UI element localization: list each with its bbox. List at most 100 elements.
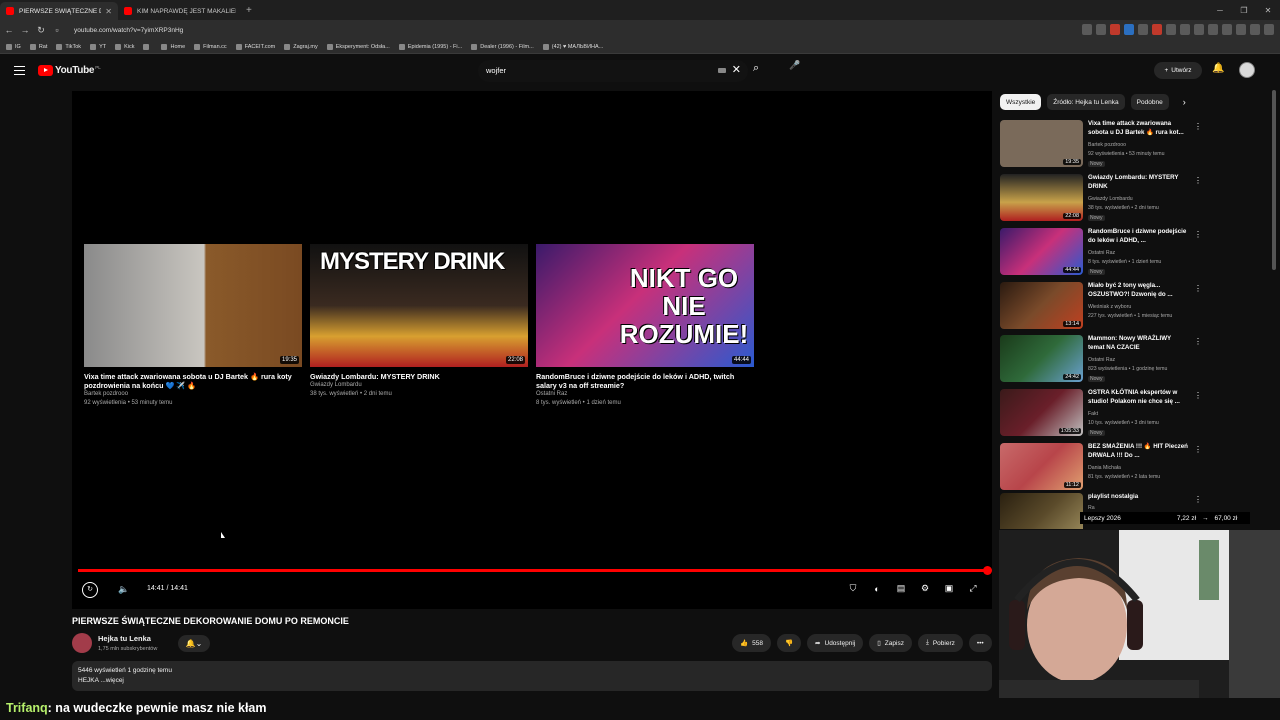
more-vertical-icon[interactable]: ⋮	[1194, 495, 1200, 504]
fullscreen-icon[interactable]: ⤢	[966, 583, 980, 594]
end-card[interactable]: NIKT GO NIE ROZUMIE! 44:44 RandomBruce i…	[536, 244, 754, 408]
extensions-puzzle-icon[interactable]	[1180, 24, 1190, 35]
forward-icon[interactable]: →	[18, 25, 32, 35]
user-avatar[interactable]	[1239, 62, 1255, 78]
bookmark-item[interactable]: Epidemia (1995) - Fi...	[398, 43, 462, 50]
search-input[interactable]: wojfer ✕	[478, 60, 748, 82]
cast-icon[interactable]	[1082, 24, 1092, 35]
extension-icon[interactable]	[1166, 24, 1176, 35]
media-icon[interactable]	[1236, 24, 1246, 35]
url-field[interactable]: youtube.com/watch?v=7yimXRP3nHg	[74, 27, 974, 34]
bookmark-item[interactable]: YT	[90, 43, 106, 50]
chip-related[interactable]: Podobne	[1130, 94, 1169, 110]
extension-icon[interactable]	[1124, 24, 1134, 35]
close-tab-icon[interactable]: ✕	[105, 7, 112, 16]
close-window-icon[interactable]: ✕	[1256, 6, 1280, 15]
sidebar-video-item[interactable]: 24:42 Mammon: Nowy WRAŻLIWY temat NA CZA…	[1000, 335, 1202, 385]
bookmark-item[interactable]: Home	[161, 43, 185, 50]
end-card[interactable]: MYSTERY DRINK 22:08 Gwiazdy Lombardu: MY…	[310, 244, 528, 399]
description-box[interactable]: 5446 wyświetleń 1 godzinę temu HEJKA ...…	[72, 661, 992, 691]
miniplayer-icon[interactable]: ▣	[942, 583, 956, 594]
microphone-icon[interactable]: 🎤	[788, 60, 802, 74]
save-button[interactable]: ▯ Zapisz	[869, 634, 912, 652]
sidebar-meta: 81 tys. wyświetleń • 2 lata temu	[1088, 474, 1161, 480]
sidebar-video-item[interactable]: 22:08 Gwiazdy Lombardu: MYSTERY DRINK Gw…	[1000, 174, 1202, 224]
sidebar-scrollbar[interactable]	[1272, 90, 1276, 270]
create-button[interactable]: + Utwórz	[1154, 62, 1202, 79]
duration-badge: 22:08	[1063, 213, 1081, 219]
dislike-button[interactable]: 👎	[776, 634, 802, 652]
more-vertical-icon[interactable]: ⋮	[1194, 230, 1202, 239]
channel-name[interactable]: Hejka tu Lenka	[98, 634, 151, 643]
volume-icon[interactable]: 🔈	[118, 584, 129, 595]
video-player[interactable]: 19:35 Vixa time attack zwariowana sobota…	[72, 91, 992, 609]
new-tab-icon[interactable]: +	[246, 5, 252, 16]
extension-icon[interactable]	[1138, 24, 1148, 35]
sidebar-video-item[interactable]: 44:44 RandomBruce i dziwne podejście do …	[1000, 228, 1202, 278]
bookmark-item[interactable]: TikTok	[56, 43, 81, 50]
bookmark-item[interactable]: Dealer (1996) - Film...	[471, 43, 534, 50]
keyboard-icon[interactable]	[718, 68, 726, 73]
reload-icon[interactable]: ↻	[34, 25, 48, 36]
bookmark-item[interactable]: Eksperyment: Odsła...	[326, 43, 390, 50]
chip-all[interactable]: Wszystkie	[1000, 94, 1042, 110]
sponsor-shield-icon[interactable]: ⛉	[846, 583, 860, 594]
bookmark-item[interactable]	[143, 43, 152, 50]
sidebar-channel: Gwiazdy Lombardu	[1088, 196, 1133, 202]
bookmark-item[interactable]: (42) ♥ МАЛЬВИНА...	[542, 43, 603, 50]
profile-icon[interactable]	[1250, 24, 1260, 35]
history-icon[interactable]	[1208, 24, 1218, 35]
search-icon[interactable]: ⌕	[753, 62, 759, 75]
notifications-bell-icon[interactable]: 🔔	[1212, 63, 1224, 74]
edit-icon[interactable]	[1222, 24, 1232, 35]
download-icon[interactable]	[1194, 24, 1204, 35]
more-actions-button[interactable]: •••	[968, 634, 992, 652]
channel-avatar[interactable]	[72, 633, 92, 653]
clear-search-icon[interactable]: ✕	[732, 63, 741, 76]
more-vertical-icon[interactable]: ⋮	[1194, 284, 1202, 293]
chip-source[interactable]: Źródło: Hejka tu Lenka	[1047, 94, 1125, 110]
sidebar-video-item[interactable]: 13:14 Miało być 2 tony węgla... OSZUSTWO…	[1000, 282, 1202, 332]
download-button[interactable]: ⤓ Pobierz	[917, 634, 963, 652]
settings-gear-icon[interactable]: ⚙	[918, 583, 932, 594]
sidebar-video-item[interactable]: 1:05:33 OSTRA KŁÓTNIA ekspertów w studio…	[1000, 389, 1202, 439]
maximize-icon[interactable]: ❐	[1232, 6, 1256, 15]
brave-icon[interactable]	[1110, 24, 1120, 35]
browser-tab-active[interactable]: PIERWSZE ŚWIĄTECZNE DEKOR ✕	[0, 2, 118, 20]
bookmark-favicon-icon	[29, 43, 36, 50]
more-vertical-icon[interactable]: ⋮	[1194, 122, 1202, 131]
minimize-icon[interactable]: ─	[1208, 6, 1232, 15]
chevron-right-icon[interactable]: ›	[1183, 97, 1186, 107]
sidebar-video-item[interactable]: 19:35 Vixa time attack zwariowana sobota…	[1000, 120, 1202, 170]
bookmark-item[interactable]: Zagraj.my	[284, 43, 318, 50]
progress-scrubber[interactable]	[983, 566, 992, 575]
more-vertical-icon[interactable]: ⋮	[1194, 445, 1202, 454]
more-vertical-icon[interactable]: ⋮	[1194, 176, 1202, 185]
goal-target: 67,00 zł	[1214, 514, 1238, 522]
bookmark-icon[interactable]: ▫	[50, 25, 64, 35]
menu-icon[interactable]	[1264, 24, 1274, 35]
bookmark-item[interactable]: Filman.cc	[194, 43, 227, 50]
subscribed-bell-button[interactable]: 🔔⌄	[178, 635, 210, 652]
bookmark-item[interactable]: Kick	[115, 43, 134, 50]
back-icon[interactable]: ←	[2, 25, 16, 35]
bookmark-item[interactable]: FACEIT.com	[235, 43, 275, 50]
hamburger-menu-icon[interactable]	[14, 66, 25, 75]
autoplay-toggle-icon[interactable]: ◐	[870, 584, 884, 594]
extension-icon[interactable]	[1152, 24, 1162, 35]
sidebar-video-item[interactable]: 11:12 BEZ SMAŻENIA !!! 🔥 HIT Pieczeń DRW…	[1000, 443, 1202, 493]
bookmark-item[interactable]: Rat	[29, 43, 47, 50]
more-vertical-icon[interactable]: ⋮	[1194, 337, 1202, 346]
like-button[interactable]: 👍 558	[732, 634, 771, 652]
share-button[interactable]: ➦ Udostępnij	[807, 634, 864, 652]
progress-bar[interactable]	[78, 566, 992, 575]
subtitles-icon[interactable]: ▤	[894, 583, 908, 594]
end-card[interactable]: 19:35 Vixa time attack zwariowana sobota…	[84, 244, 302, 408]
browser-tab[interactable]: KIM NAPRAWDĘ JEST MAKALIER? W	[118, 2, 242, 20]
bookmark-item[interactable]: IG	[6, 43, 21, 50]
bookmark-favicon-icon	[471, 43, 478, 50]
youtube-logo[interactable]: YouTube PL	[38, 65, 101, 76]
zoom-icon[interactable]	[1096, 24, 1106, 35]
more-vertical-icon[interactable]: ⋮	[1194, 391, 1202, 400]
replay-icon[interactable]: ↻	[82, 582, 98, 598]
